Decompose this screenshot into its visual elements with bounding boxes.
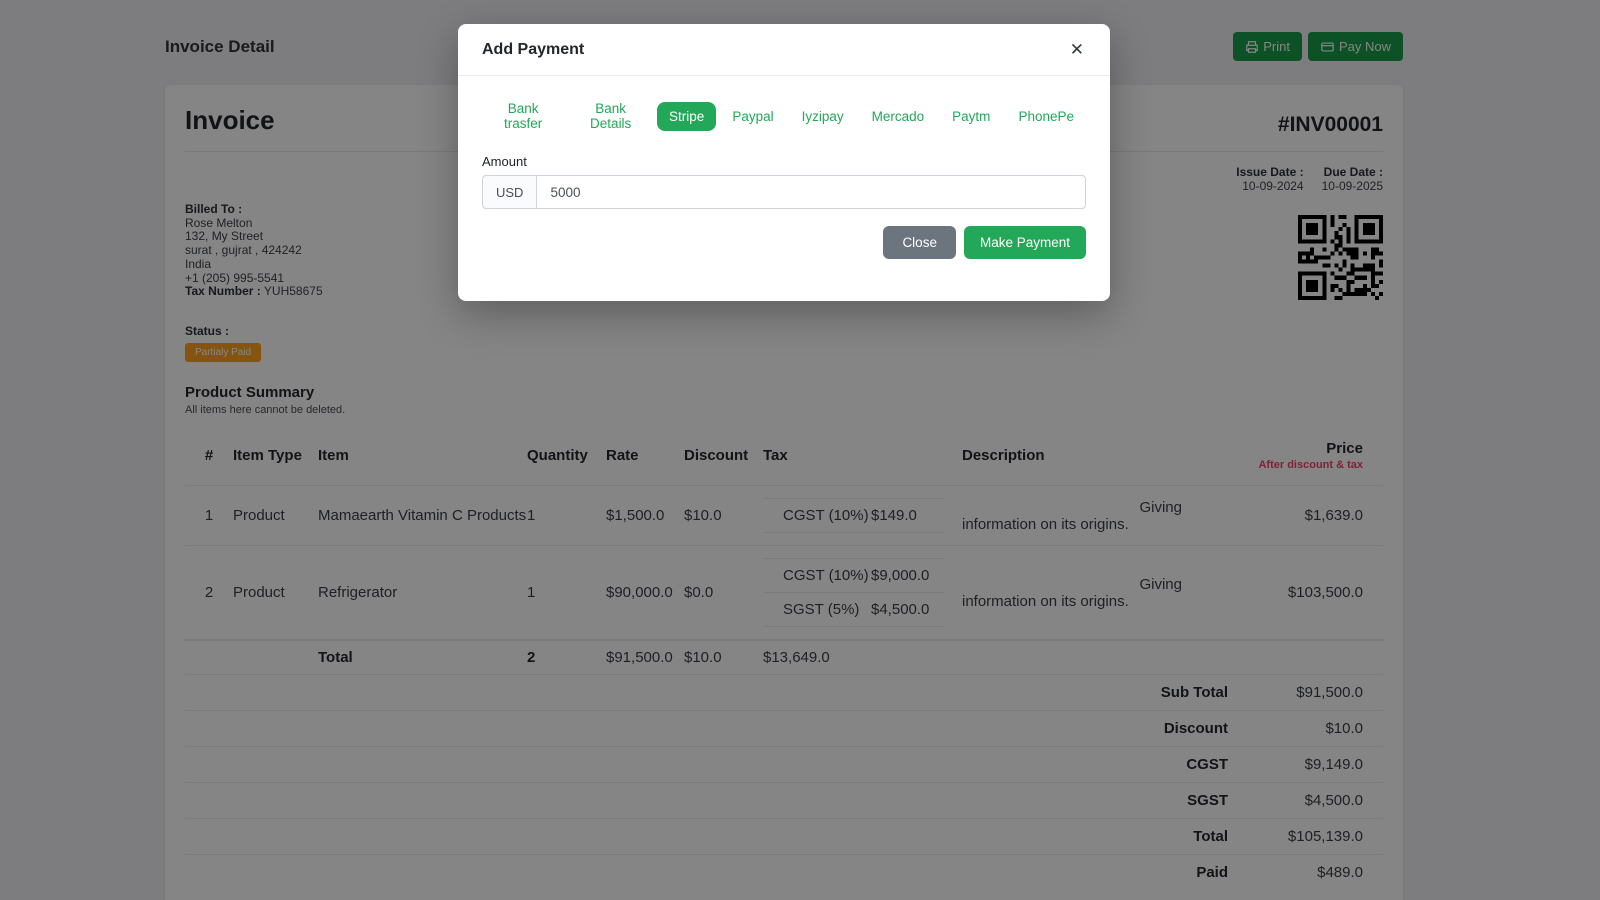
amount-label: Amount: [482, 154, 527, 169]
modal-body: Bank trasfer Bank Details Stripe Paypal …: [458, 76, 1110, 301]
tab-bank-details[interactable]: Bank Details: [568, 94, 653, 138]
tab-paytm[interactable]: Paytm: [940, 102, 1002, 131]
make-payment-button[interactable]: Make Payment: [963, 226, 1086, 259]
modal-header: Add Payment ✕: [458, 24, 1110, 76]
close-button[interactable]: Close: [883, 226, 956, 259]
close-icon[interactable]: ✕: [1068, 39, 1086, 60]
amount-input[interactable]: [536, 175, 1086, 209]
modal-actions: Close Make Payment: [482, 226, 1086, 259]
amount-input-group: USD: [482, 175, 1086, 209]
tab-phonepe[interactable]: PhonePe: [1006, 102, 1086, 131]
tab-stripe[interactable]: Stripe: [657, 101, 717, 131]
tab-paypal[interactable]: Paypal: [720, 102, 785, 131]
add-payment-modal: Add Payment ✕ Bank trasfer Bank Details …: [458, 24, 1110, 301]
modal-title: Add Payment: [482, 40, 585, 58]
tab-iyzipay[interactable]: Iyzipay: [790, 102, 856, 131]
payment-method-tabs: Bank trasfer Bank Details Stripe Paypal …: [482, 94, 1086, 138]
tab-bank-transfer[interactable]: Bank trasfer: [482, 94, 564, 138]
tab-mercado[interactable]: Mercado: [860, 102, 937, 131]
currency-addon: USD: [482, 175, 537, 209]
